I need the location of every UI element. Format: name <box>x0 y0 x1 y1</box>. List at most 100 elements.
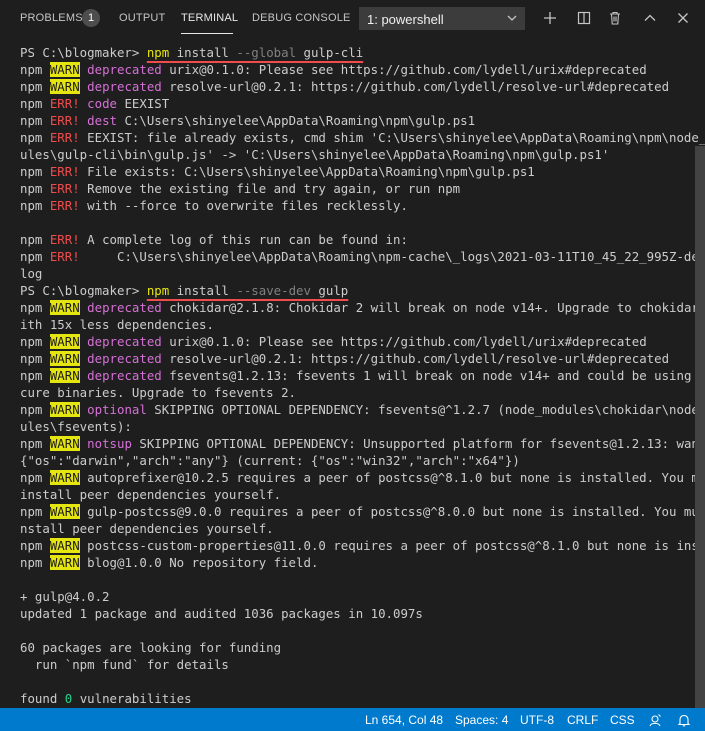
language-mode[interactable]: CSS <box>610 713 635 727</box>
terminal-text: npm <box>20 368 50 383</box>
cursor-position[interactable]: Ln 654, Col 48 <box>365 713 443 727</box>
terminal-line: npm WARN deprecated chokidar@2.1.8: Chok… <box>20 299 699 316</box>
terminal-text: npm <box>20 402 50 417</box>
terminal-text: File exists: C:\Users\shinyelee\AppData\… <box>79 164 535 179</box>
terminal-text: npm <box>20 62 50 77</box>
terminal-text: urix@0.1.0: Please see https://github.co… <box>161 62 647 77</box>
terminal-text: ith 15x less dependencies. <box>20 317 214 332</box>
terminal-line: npm ERR! Remove the existing file and tr… <box>20 180 695 197</box>
terminal-text: run `npm fund` for details <box>20 657 229 672</box>
terminal-text: ules\fsevents): <box>20 419 132 434</box>
terminal-line: 60 packages are looking for funding <box>20 639 695 656</box>
indentation[interactable]: Spaces: 4 <box>455 713 508 727</box>
close-icon[interactable] <box>675 10 691 26</box>
terminal-text: ERR! <box>49 113 80 128</box>
tab-terminal[interactable]: TERMINAL <box>181 12 238 24</box>
terminal-line: ules\fsevents): <box>20 418 695 435</box>
terminal-select-value: 1: powershell <box>367 12 444 27</box>
terminal-text: WARN <box>49 555 80 570</box>
terminal-text: npm <box>20 249 50 264</box>
trash-icon[interactable] <box>607 10 623 26</box>
terminal-text: WARN <box>49 436 80 451</box>
terminal-line: npm ERR! EEXIST: file already exists, cm… <box>20 129 705 146</box>
terminal-text: SKIPPING OPTIONAL DEPENDENCY: Unsupporte… <box>131 436 705 451</box>
terminal-scrollbar[interactable] <box>695 146 705 708</box>
terminal-line: {"os":"darwin","arch":"any"} (current: {… <box>20 452 695 469</box>
split-icon[interactable] <box>576 10 592 26</box>
terminal-text: install <box>169 283 237 298</box>
terminal-line: updated 1 package and audited 1036 packa… <box>20 605 695 622</box>
terminal-text: autoprefixer@10.2.5 requires a peer of p… <box>79 470 705 485</box>
terminal-text: npm <box>20 181 50 196</box>
terminal-text: npm <box>20 555 50 570</box>
terminal-line: npm WARN autoprefixer@10.2.5 requires a … <box>20 469 705 486</box>
terminal-text: chokidar@2.1.8: Chokidar 2 will break on… <box>161 300 705 315</box>
terminal-line: npm ERR! with --force to overwrite files… <box>20 197 695 214</box>
terminal-text: deprecated <box>87 351 162 366</box>
terminal-line: npm WARN gulp-postcss@9.0.0 requires a p… <box>20 503 705 520</box>
terminal-text: resolve-url@0.2.1: https://github.com/ly… <box>161 351 670 366</box>
terminal-line: run `npm fund` for details <box>20 656 695 673</box>
terminal-text: npm <box>20 538 50 553</box>
terminal-text: 60 packages are looking for funding <box>20 640 282 655</box>
terminal-line: found 0 vulnerabilities <box>20 690 695 707</box>
terminal-text: ERR! <box>49 232 80 247</box>
terminal-line: PS C:\blogmaker> npm install --global gu… <box>20 44 695 61</box>
terminal-select[interactable]: 1: powershell <box>359 7 525 30</box>
terminal-line: cure binaries. Upgrade to fsevents 2. <box>20 384 695 401</box>
terminal-text: A complete log of this run can be found … <box>79 232 408 247</box>
terminal-text: WARN <box>49 334 80 349</box>
terminal-text: WARN <box>49 62 80 77</box>
encoding[interactable]: UTF-8 <box>520 713 554 727</box>
terminal-line: npm WARN notsup SKIPPING OPTIONAL DEPEND… <box>20 435 705 452</box>
tab-problems[interactable]: PROBLEMS <box>20 12 83 24</box>
terminal-text: npm <box>20 351 50 366</box>
terminal-text: code <box>87 96 117 111</box>
terminal-line: npm ERR! dest C:\Users\shinyelee\AppData… <box>20 112 695 129</box>
bell-icon[interactable] <box>676 712 692 728</box>
terminal-text: npm <box>20 300 50 315</box>
end-of-line[interactable]: CRLF <box>567 713 598 727</box>
plus-icon[interactable] <box>542 10 558 26</box>
terminal-text: WARN <box>49 368 80 383</box>
terminal-text: Remove the existing file and try again, … <box>79 181 461 196</box>
terminal-text: npm <box>20 130 50 145</box>
terminal-text: npm <box>20 198 50 213</box>
tab-output[interactable]: OUTPUT <box>119 12 165 24</box>
terminal-line: + gulp@4.0.2 <box>20 588 695 605</box>
terminal-text: fsevents@1.2.13: fsevents 1 will break o… <box>161 368 705 383</box>
terminal-text: WARN <box>49 538 80 553</box>
feedback-icon[interactable] <box>647 712 663 728</box>
status-bar: Ln 654, Col 48 Spaces: 4 UTF-8 CRLF CSS <box>0 708 705 731</box>
terminal-text: ERR! <box>49 249 80 264</box>
terminal-text: ERR! <box>49 96 80 111</box>
terminal-text: npm <box>20 96 50 111</box>
terminal-text: WARN <box>49 351 80 366</box>
terminal-output[interactable]: PS C:\blogmaker> npm install --global gu… <box>20 44 705 707</box>
terminal-text: gulp-postcss@9.0.0 requires a peer of po… <box>79 504 705 519</box>
terminal-text: ules\gulp-cli\bin\gulp.js' -> 'C:\Users\… <box>20 147 610 162</box>
terminal-text: deprecated <box>87 368 162 383</box>
chevron-up-icon[interactable] <box>642 10 658 26</box>
terminal-line: log <box>20 265 695 282</box>
tab-debug-console[interactable]: DEBUG CONSOLE <box>252 12 351 24</box>
terminal-text: with --force to overwrite files reckless… <box>79 198 408 213</box>
terminal-text: npm <box>20 470 50 485</box>
terminal-line: install peer dependencies yourself. <box>20 486 695 503</box>
chevron-down-icon <box>507 15 517 21</box>
problems-count-badge: 1 <box>82 9 100 27</box>
terminal-text: WARN <box>49 402 80 417</box>
terminal-line: npm WARN postcss-custom-properties@11.0.… <box>20 537 705 554</box>
terminal-text: WARN <box>49 79 80 94</box>
terminal-line: npm WARN deprecated resolve-url@0.2.1: h… <box>20 350 695 367</box>
terminal-line: npm WARN deprecated resolve-url@0.2.1: h… <box>20 78 695 95</box>
active-tab-indicator <box>181 33 233 34</box>
terminal-text: npm <box>20 334 50 349</box>
terminal-text: SKIPPING OPTIONAL DEPENDENCY: fsevents@^… <box>146 402 705 417</box>
terminal-line: ith 15x less dependencies. <box>20 316 695 333</box>
terminal-line: npm WARN blog@1.0.0 No repository field. <box>20 554 695 571</box>
terminal-text: npm <box>20 79 50 94</box>
terminal-text: --global <box>236 45 297 60</box>
